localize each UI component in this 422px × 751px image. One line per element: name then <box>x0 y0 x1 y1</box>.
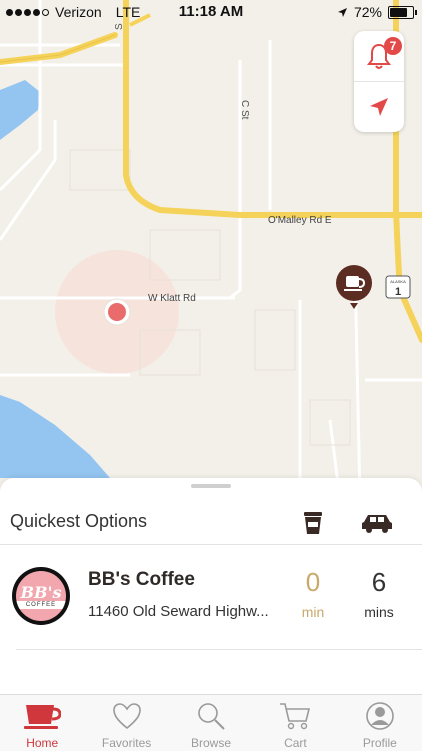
car-icon <box>362 515 392 533</box>
street-label-c-st: C St <box>239 100 250 120</box>
magnifier-icon <box>198 703 225 730</box>
walk-time: 0 min <box>283 567 343 620</box>
street-label-s: S <box>114 23 125 30</box>
tab-browse[interactable]: Browse <box>169 695 253 751</box>
street-label-klatt: W Klatt Rd <box>148 293 196 304</box>
shop-address: 11460 Old Seward Highw... <box>88 603 269 620</box>
location-services-icon <box>337 7 347 17</box>
drive-time: 6 mins <box>349 567 409 620</box>
quickest-options-sheet: Quickest Options BB's COFFEE BB's Coffee… <box>0 478 422 694</box>
svg-text:1: 1 <box>395 286 401 298</box>
coffee-shop-list-item[interactable]: BB's COFFEE BB's Coffee 11460 Old Seward… <box>0 545 422 649</box>
coffee-cup-icon <box>304 512 322 534</box>
status-bar: Verizon LTE 11:18 AM 72% <box>0 0 422 24</box>
map-controls: 7 <box>354 31 404 132</box>
tab-profile-label: Profile <box>362 736 397 750</box>
shop-logo-band: COFFEE <box>16 601 66 609</box>
tab-home[interactable]: Home <box>0 695 84 751</box>
walk-time-unit: min <box>301 604 325 620</box>
tab-profile[interactable]: Profile <box>338 695 422 751</box>
tab-cart-label: Cart <box>284 736 307 750</box>
tab-home-label: Home <box>26 736 59 750</box>
battery-icon <box>388 5 417 19</box>
battery-percentage: 72% <box>353 4 382 20</box>
sheet-grabber-handle[interactable] <box>191 484 231 488</box>
sheet-title: Quickest Options <box>10 511 148 531</box>
person-icon <box>366 702 394 730</box>
drive-time-value: 6 <box>371 567 387 597</box>
notifications-button[interactable]: 7 <box>354 31 404 82</box>
recenter-location-button[interactable] <box>354 82 404 132</box>
tab-bar: Home Favorites Browse Cart Profile <box>0 694 422 751</box>
coffee-cup-icon <box>24 705 62 729</box>
cart-icon <box>280 703 311 730</box>
tab-cart[interactable]: Cart <box>253 695 337 751</box>
highway-shield: ALASKA 1 <box>385 275 411 299</box>
tab-favorites-label: Favorites <box>101 736 152 750</box>
tab-browse-label: Browse <box>191 736 232 750</box>
tab-favorites[interactable]: Favorites <box>84 695 168 751</box>
pickup-filter-button[interactable] <box>298 508 328 538</box>
heart-icon <box>112 703 141 730</box>
drive-filter-button[interactable] <box>360 508 394 538</box>
shop-logo: BB's COFFEE <box>12 567 70 625</box>
svg-text:ALASKA: ALASKA <box>390 279 406 284</box>
shop-logo-text: BB's <box>20 582 62 602</box>
notifications-badge: 7 <box>384 37 402 55</box>
street-label-omalley: O'Malley Rd E <box>268 215 332 226</box>
navigation-arrow-icon <box>370 98 388 116</box>
sheet-header: Quickest Options <box>0 502 422 544</box>
walk-time-value: 0 <box>305 567 321 597</box>
divider <box>16 649 422 650</box>
shop-name: BB's Coffee <box>88 569 195 590</box>
drive-time-unit: mins <box>364 604 394 620</box>
current-location-dot <box>103 298 131 326</box>
